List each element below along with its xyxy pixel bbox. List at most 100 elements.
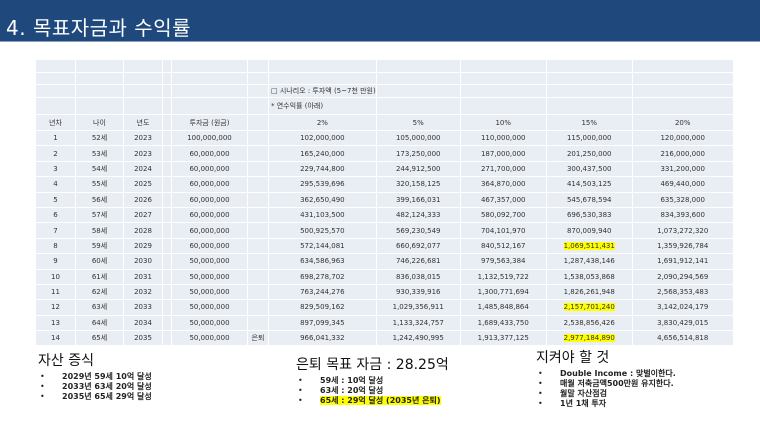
col-header: 5% <box>375 114 461 131</box>
table-row: 13 64세 2034 50,000,000 897,099,345 1,133,324,… <box>35 314 734 332</box>
table-row: 12 63세 2033 50,000,000 829,509,162 1,029,356,… <box>35 299 734 316</box>
table-cell: 59세 <box>75 237 124 255</box>
table-row: 14 65세 2035 50,000,000 은퇴 966,041,332 1,242,49… <box>35 330 734 347</box>
table-cell: 580,092,700 <box>459 206 547 224</box>
table-cell: 1,300,771,694 <box>459 283 547 301</box>
table-cell: 10 <box>35 268 76 285</box>
table-cell: 2,977,184,890 <box>545 330 633 347</box>
table-cell: 482,124,333 <box>375 206 461 224</box>
table-cell: 698,278,702 <box>268 268 377 285</box>
list-item: 1년 1채 투자 <box>536 399 676 409</box>
col-header: 나이 <box>75 114 124 131</box>
table-cell: 2026 <box>123 191 163 208</box>
table-header-row: 년차 나이 년도 투자금 (원금) 2% 5% 10% 15% 20% <box>35 114 734 131</box>
table-cell: 1 <box>35 129 76 147</box>
table-cell: 1,485,848,864 <box>459 299 547 316</box>
highlighted-value: 1,069,511,431 <box>563 241 615 250</box>
table-cell: 60,000,000 <box>171 176 248 193</box>
table-cell: 50,000,000 <box>171 268 248 285</box>
list-item: 매월 저축금액500만원 유지한다. <box>536 379 676 389</box>
table-cell: 50,000,000 <box>171 299 248 316</box>
table-cell: 60,000,000 <box>171 191 248 208</box>
table-cell: 11 <box>35 283 76 301</box>
spacer-cell <box>162 330 172 347</box>
table-row: 3 54세 2024 60,000,000 229,744,800 244,912,500… <box>35 160 734 178</box>
table-cell: 2,090,294,569 <box>631 268 734 285</box>
retire-cell <box>247 283 269 301</box>
list-item: 2029년 59세 10억 달성 <box>38 372 152 382</box>
col-header: 15% <box>545 114 633 131</box>
table-cell: 54세 <box>75 160 124 178</box>
spacer-cell <box>162 222 172 239</box>
table-cell: 244,912,500 <box>375 160 461 178</box>
table-cell: 61세 <box>75 268 124 285</box>
retirement-goal-section: 은퇴 목표 자금 : 28.25억 59세 : 10억 달성 63세 : 20억… <box>296 354 449 406</box>
table-cell: 100,000,000 <box>171 129 248 147</box>
list-item: 월말 자산점검 <box>536 389 676 399</box>
spacer-cell <box>162 129 172 147</box>
asset-growth-title: 자산 증식 <box>38 353 94 369</box>
spacer-cell <box>162 299 172 316</box>
table-row: 1 52세 2023 100,000,000 102,000,000 105,000,00… <box>35 129 734 147</box>
table-cell: 331,200,000 <box>631 160 734 178</box>
spacer-cell <box>162 191 172 208</box>
table-cell: 3 <box>35 160 76 178</box>
table-cell: 8 <box>35 237 76 255</box>
table-cell: 2028 <box>123 222 163 239</box>
table-row: 7 58세 2028 60,000,000 500,925,570 569,230,549… <box>35 222 734 239</box>
table-row: 5 56세 2026 60,000,000 362,650,490 399,166,031… <box>35 191 734 208</box>
table-cell: 1,029,356,911 <box>375 299 461 316</box>
table-cell: 3,142,024,179 <box>631 299 734 316</box>
table-cell: 4,656,514,818 <box>631 330 734 347</box>
table-cell: 634,586,963 <box>268 253 377 270</box>
retire-cell <box>247 145 269 162</box>
table-cell: 9 <box>35 253 76 270</box>
table-cell: 64세 <box>75 314 124 332</box>
table-cell: 362,650,490 <box>268 191 377 208</box>
table-row: 11 62세 2032 50,000,000 763,244,276 930,339,91… <box>35 283 734 301</box>
table-cell: 930,339,916 <box>375 283 461 301</box>
table-cell: 5 <box>35 191 76 208</box>
spacer-cell <box>162 268 172 285</box>
retire-cell <box>247 191 269 208</box>
list-item: 2033년 63세 20억 달성 <box>38 382 152 392</box>
table-cell: 271,700,000 <box>459 160 547 178</box>
col-header: 2% <box>268 114 377 131</box>
table-cell: 2 <box>35 145 76 162</box>
table-cell: 62세 <box>75 283 124 301</box>
table-cell: 840,512,167 <box>459 237 547 255</box>
table-cell: 4 <box>35 176 76 193</box>
table-cell: 1,242,490,995 <box>375 330 461 347</box>
table-row: 9 60세 2030 50,000,000 634,586,963 746,226,681… <box>35 253 734 270</box>
table-cell: 1,913,377,125 <box>459 330 547 347</box>
table-cell: 63세 <box>75 299 124 316</box>
retire-cell: 은퇴 <box>247 330 269 347</box>
table-cell: 545,678,594 <box>545 191 633 208</box>
table-cell: 2032 <box>123 283 163 301</box>
table-cell: 53세 <box>75 145 124 162</box>
table-cell: 696,530,383 <box>545 206 633 224</box>
retire-cell <box>247 268 269 285</box>
table-cell: 2023 <box>123 129 163 147</box>
table-cell: 1,538,053,868 <box>545 268 633 285</box>
asset-growth-section: 자산 증식 2029년 59세 10억 달성 2033년 63세 20억 달성 … <box>38 350 152 402</box>
table-cell: 50,000,000 <box>171 283 248 301</box>
table-cell: 500,925,570 <box>268 222 377 239</box>
table-cell: 399,166,031 <box>375 191 461 208</box>
table-cell: 187,000,000 <box>459 145 547 162</box>
col-header: 20% <box>631 114 734 131</box>
table-cell: 966,041,332 <box>268 330 377 347</box>
table-cell: 834,393,600 <box>631 206 734 224</box>
table-cell: 2,568,353,483 <box>631 283 734 301</box>
rules-section: 지켜야 할 것 Double Income : 맞벌이한다. 매월 저축금액50… <box>536 347 676 409</box>
return-note: * 연수익률 (아래) <box>268 97 377 115</box>
table-row: 10 61세 2031 50,000,000 698,278,702 836,038,01… <box>35 268 734 285</box>
list-item: 59세 : 10억 달성 <box>296 376 449 386</box>
table-cell: 105,000,000 <box>375 129 461 147</box>
table-row: 8 59세 2029 60,000,000 572,144,081 660,692,077… <box>35 237 734 255</box>
table-cell: 229,744,800 <box>268 160 377 178</box>
table-cell: 173,250,000 <box>375 145 461 162</box>
spacer-cell <box>162 176 172 193</box>
table-cell: 2031 <box>123 268 163 285</box>
rules-title: 지켜야 할 것 <box>536 350 610 366</box>
